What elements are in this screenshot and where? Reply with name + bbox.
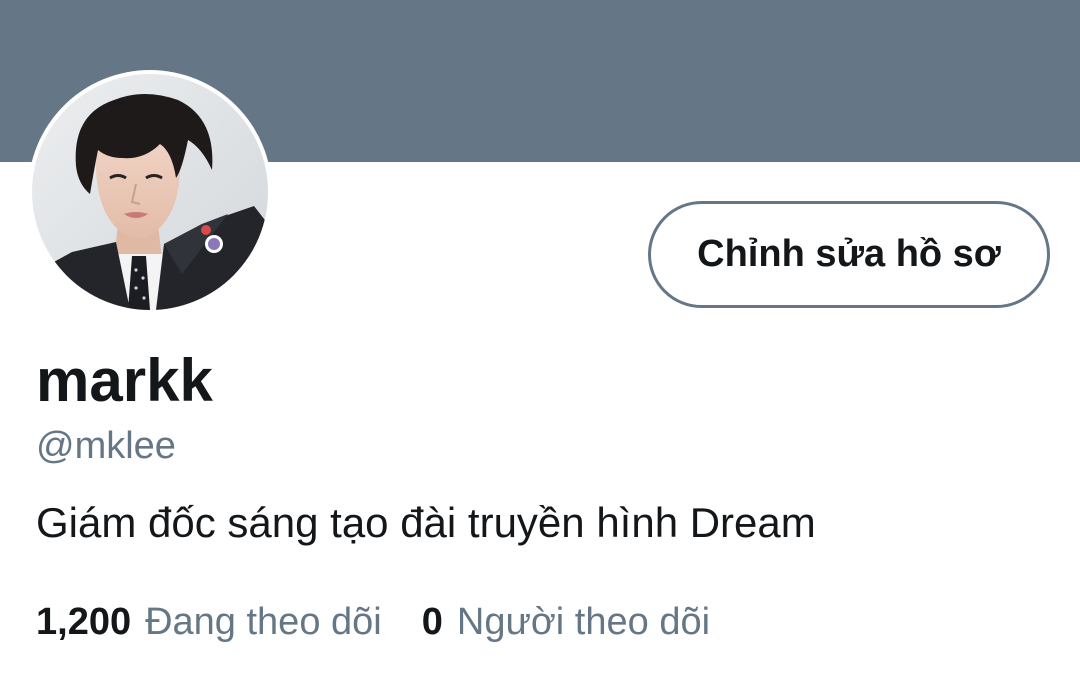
followers-label: Người theo dõi	[456, 601, 711, 643]
profile-header: Chỉnh sửa hồ sơ markk @mklee Giám đốc sá…	[0, 0, 1080, 688]
user-handle: @mklee	[36, 425, 176, 467]
following-label: Đang theo dõi	[145, 601, 382, 643]
avatar-photo	[32, 74, 268, 310]
edit-profile-button[interactable]: Chỉnh sửa hồ sơ	[648, 201, 1050, 308]
following-stat[interactable]: 1,200 Đang theo dõi	[36, 598, 382, 646]
avatar[interactable]	[28, 70, 272, 314]
display-name: markk	[36, 347, 213, 414]
following-count: 1,200	[36, 601, 132, 643]
followers-stat[interactable]: 0 Người theo dõi	[422, 598, 710, 646]
profile-bio: Giám đốc sáng tạo đài truyền hình Dream	[36, 499, 816, 546]
follow-stats: 1,200 Đang theo dõi 0 Người theo dõi	[36, 598, 710, 646]
followers-count: 0	[421, 601, 443, 643]
